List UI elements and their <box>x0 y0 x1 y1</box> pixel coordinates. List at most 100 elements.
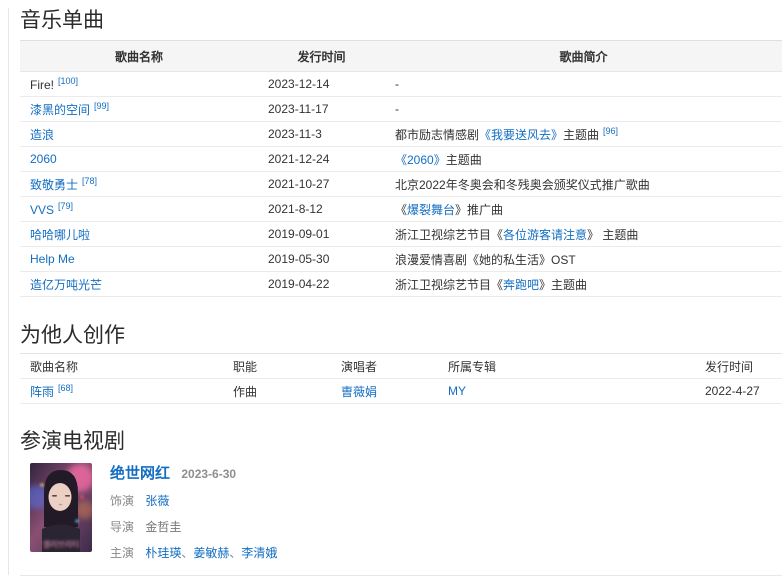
role-name-link[interactable]: 张薇 <box>145 494 169 508</box>
drama-role-line: 饰演 张薇 <box>110 493 277 510</box>
song-desc: 北京2022年冬奥会和冬残奥会颁奖仪式推广歌曲 <box>385 172 782 197</box>
release-date: 2019-04-22 <box>258 272 385 297</box>
drama-info: 绝世网红 2023-6-30 饰演 张薇 导演 金哲圭 主演 朴珪瑛、姜敏赫、李… <box>110 463 277 562</box>
role-label: 饰演 <box>110 494 134 508</box>
song-desc: 浪漫爱情喜剧《她的私生活》OST <box>385 247 782 272</box>
song-row: Help Me 2019-05-30 浪漫爱情喜剧《她的私生活》OST <box>20 247 782 272</box>
song-row: 造浪 2023-11-3 都市励志情感剧《我要送风去》主题曲 [96] <box>20 122 782 147</box>
release-date: 2019-05-30 <box>258 247 385 272</box>
release-date: 2023-11-3 <box>258 122 385 147</box>
song-desc: - <box>385 97 782 122</box>
citation-ref[interactable]: [78] <box>82 176 97 186</box>
song-name[interactable]: 造浪 <box>30 128 54 142</box>
cast-separator: 、 <box>229 546 241 560</box>
desc-link[interactable]: 《我要送风去》 <box>479 128 563 142</box>
song-name[interactable]: 致敬勇士 <box>30 178 78 192</box>
release-date: 2021-12-24 <box>258 147 385 172</box>
song-name[interactable]: 漆黑的空间 <box>30 103 90 117</box>
song-row: VVS[79]2021-8-12《爆裂舞台》推广曲 <box>20 197 782 222</box>
song-row: 致敬勇士 [78] 2021-10-27 北京2022年冬奥会和冬残奥会颁奖仪式推广歌… <box>20 172 782 197</box>
desc-text: 浪漫爱情喜剧《她的私生活》OST <box>395 253 576 267</box>
composition-row: 阵雨 [68] 作曲曺薇娟 MY 2022-4-27 <box>20 379 782 404</box>
song-name[interactable]: 造亿万吨光芒 <box>30 278 102 292</box>
desc-link[interactable]: 《2060》 <box>395 153 446 167</box>
desc-text: 都市励志情感剧 <box>395 128 479 142</box>
album-link[interactable]: MY <box>448 384 466 398</box>
cast-separator: 、 <box>181 546 193 560</box>
drama-item: 셀러브리티 绝世网红 2023-6-30 饰演 张薇 导演 金哲圭 主演 朴珪瑛… <box>30 463 782 562</box>
cast-member-link[interactable]: 姜敏赫 <box>193 546 229 560</box>
drama-cast-line: 主演 朴珪瑛、姜敏赫、李清娥 <box>110 545 277 562</box>
role: 作曲 <box>223 379 331 404</box>
song-name[interactable]: 2060 <box>30 152 57 166</box>
song-row: Fire! [100] 2023-12-14- <box>20 72 782 97</box>
song-row: 漆黑的空间 [99] 2023-11-17- <box>20 97 782 122</box>
release-date: 2021-10-27 <box>258 172 385 197</box>
section-singles: 音乐单曲 歌曲名称发行时间歌曲简介 Fire![100]2023-12-14-漆… <box>20 8 782 297</box>
citation-ref[interactable]: [96] <box>603 126 618 136</box>
drama-title-link[interactable]: 绝世网红 <box>110 465 170 482</box>
song-name[interactable]: 阵雨 <box>30 385 54 399</box>
release-date: 2022-4-27 <box>695 379 782 404</box>
cast-label: 主演 <box>110 546 134 560</box>
for-others-header-row: 歌曲名称职能演唱者所属专辑发行时间 <box>20 354 782 379</box>
singles-header-row: 歌曲名称发行时间歌曲简介 <box>20 41 782 72</box>
song-desc: 《爆裂舞台》推广曲 <box>385 197 782 222</box>
song-desc: - <box>385 72 782 97</box>
column-header: 歌曲简介 <box>385 41 782 72</box>
director-label: 导演 <box>110 520 134 534</box>
column-header: 歌曲名称 <box>20 354 223 379</box>
poster-caption-text: 셀러브리티 <box>43 539 80 549</box>
release-date: 2023-12-14 <box>258 72 385 97</box>
desc-text: 浙江卫视综艺节目《 <box>395 278 503 292</box>
drama-poster-image[interactable]: 셀러브리티 <box>30 463 92 552</box>
desc-text: - <box>395 77 399 91</box>
citation-ref[interactable]: [68] <box>58 383 73 393</box>
song-name: Fire! <box>30 78 54 92</box>
drama-title-line: 绝世网红 2023-6-30 <box>110 464 277 484</box>
release-date: 2021-8-12 <box>258 197 385 222</box>
citation-ref[interactable]: [99] <box>94 101 109 111</box>
cast-member-link[interactable]: 朴珪瑛 <box>145 546 181 560</box>
citation-ref[interactable]: [100] <box>58 76 78 86</box>
column-header: 歌曲名称 <box>20 41 258 72</box>
desc-text: 》推广曲 <box>455 203 503 217</box>
desc-link[interactable]: 奔跑吧 <box>503 278 539 292</box>
release-date: 2023-11-17 <box>258 97 385 122</box>
section-dramas: 参演电视剧 <box>20 429 782 562</box>
song-row: 20602021-12-24《2060》主题曲 <box>20 147 782 172</box>
column-header: 所属专辑 <box>438 354 695 379</box>
song-name[interactable]: Help Me <box>30 252 75 266</box>
page-left-border <box>8 8 9 575</box>
desc-text: 浙江卫视综艺节目《 <box>395 228 503 242</box>
for-others-tbody: 阵雨 [68] 作曲曺薇娟 MY 2022-4-27 <box>20 379 782 404</box>
desc-text: 》主题曲 <box>539 278 587 292</box>
song-name[interactable]: VVS <box>30 203 54 217</box>
poster-face-shape <box>49 483 72 511</box>
song-row: 哈哈哪儿啦2019-09-01浙江卫视综艺节目《各位游客请注意》 主题曲 <box>20 222 782 247</box>
singles-tbody: Fire! [100] 2023-12-14- 漆黑的空间 [99] 2023-11-17… <box>20 72 782 297</box>
singles-table: 歌曲名称发行时间歌曲简介 Fire! [100] 2023-12-14- 漆黑的空间 [… <box>20 40 782 297</box>
desc-text: 《 <box>395 203 407 217</box>
desc-link[interactable]: 爆裂舞台 <box>407 203 455 217</box>
section-title-for-others: 为他人创作 <box>20 323 782 349</box>
for-others-table: 歌曲名称职能演唱者所属专辑发行时间 阵雨 [68] 作曲曺薇娟 MY 2022-4-27 <box>20 353 782 404</box>
desc-text: - <box>395 102 399 116</box>
song-row: 造亿万吨光芒 2019-04-22 浙江卫视综艺节目《奔跑吧》主题曲 <box>20 272 782 297</box>
song-desc: 《2060》主题曲 <box>385 147 782 172</box>
song-name[interactable]: 哈哈哪儿啦 <box>30 228 90 242</box>
desc-link[interactable]: 各位游客请注意 <box>503 228 587 242</box>
drama-director-line: 导演 金哲圭 <box>110 519 277 536</box>
section-title-singles: 音乐单曲 <box>20 8 782 34</box>
singer-link[interactable]: 曺薇娟 <box>341 385 377 399</box>
column-header: 发行时间 <box>258 41 385 72</box>
desc-text: 主题曲 <box>446 153 482 167</box>
column-header: 发行时间 <box>695 354 782 379</box>
cast-member-link[interactable]: 李清娥 <box>241 546 277 560</box>
desc-text: 北京2022年冬奥会和冬残奥会颁奖仪式推广歌曲 <box>395 178 650 192</box>
cast-links: 朴珪瑛、姜敏赫、李清娥 <box>145 546 277 560</box>
citation-ref[interactable]: [79] <box>58 201 73 211</box>
column-header: 演唱者 <box>331 354 438 379</box>
desc-text: 主题曲 <box>563 128 599 142</box>
column-header: 职能 <box>223 354 331 379</box>
